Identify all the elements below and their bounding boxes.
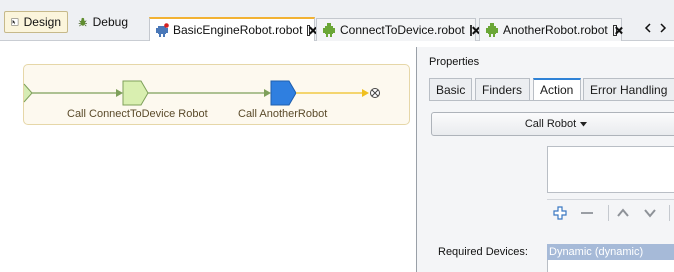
tab-error-handling[interactable]: Error Handling: [583, 78, 674, 100]
properties-panel: Properties Basic Finders Action Error Ha…: [416, 47, 674, 272]
flow-end-icon[interactable]: [370, 88, 380, 98]
tab-label: AnotherRobot.robot: [503, 23, 608, 37]
step-call-connect-to-device[interactable]: [122, 80, 149, 106]
move-down-button[interactable]: [641, 204, 659, 222]
step-label: Call AnotherRobot: [238, 108, 328, 120]
step-call-another-robot[interactable]: [270, 80, 297, 106]
add-button[interactable]: [551, 204, 569, 222]
tab-label: Error Handling: [590, 82, 668, 97]
flow-diagram: [23, 80, 380, 106]
tab-another-robot[interactable]: AnotherRobot.robot: [479, 18, 622, 41]
tab-label: Finders: [482, 82, 523, 97]
call-robot-label: Call Robot: [524, 118, 577, 130]
call-robot-dropdown-button[interactable]: Call Robot: [431, 112, 674, 136]
toolbar-separator: [608, 205, 609, 221]
dropdown-arrow-icon: [580, 121, 588, 126]
arrowhead-icon: [264, 89, 271, 97]
tab-basic[interactable]: Basic: [429, 78, 472, 100]
required-devices-list[interactable]: [547, 260, 674, 272]
remove-button[interactable]: [578, 204, 596, 222]
chevron-up-icon: [617, 208, 629, 217]
close-icon[interactable]: [612, 24, 617, 36]
toolbar-separator: [669, 205, 670, 221]
required-devices-selected-item[interactable]: Dynamic (dynamic): [547, 244, 674, 260]
tab-action[interactable]: Action: [533, 78, 581, 100]
tab-divider: [429, 100, 674, 101]
toolbar-divider: [547, 199, 674, 200]
tab-finders[interactable]: Finders: [475, 78, 530, 100]
tab-label: Basic: [436, 82, 466, 97]
step-label: Call ConnectToDevice Robot: [67, 108, 208, 120]
tab-label: Action: [540, 83, 574, 97]
arrowhead-icon: [116, 89, 123, 97]
scroll-right-icon[interactable]: [659, 23, 667, 33]
flow-start-marker[interactable]: [23, 83, 33, 103]
arrowhead-icon: [362, 89, 369, 97]
minus-icon: [581, 212, 593, 214]
required-devices-label: Required Devices:: [438, 246, 528, 258]
move-up-button[interactable]: [614, 204, 632, 222]
panel-title: Properties: [429, 56, 480, 68]
robot-icon: [486, 23, 498, 37]
close-icon[interactable]: [469, 24, 472, 36]
robot-parameters-list[interactable]: [547, 146, 674, 193]
chevron-down-icon: [644, 209, 656, 218]
plus-icon: [553, 206, 567, 220]
scroll-left-icon[interactable]: [644, 23, 652, 33]
